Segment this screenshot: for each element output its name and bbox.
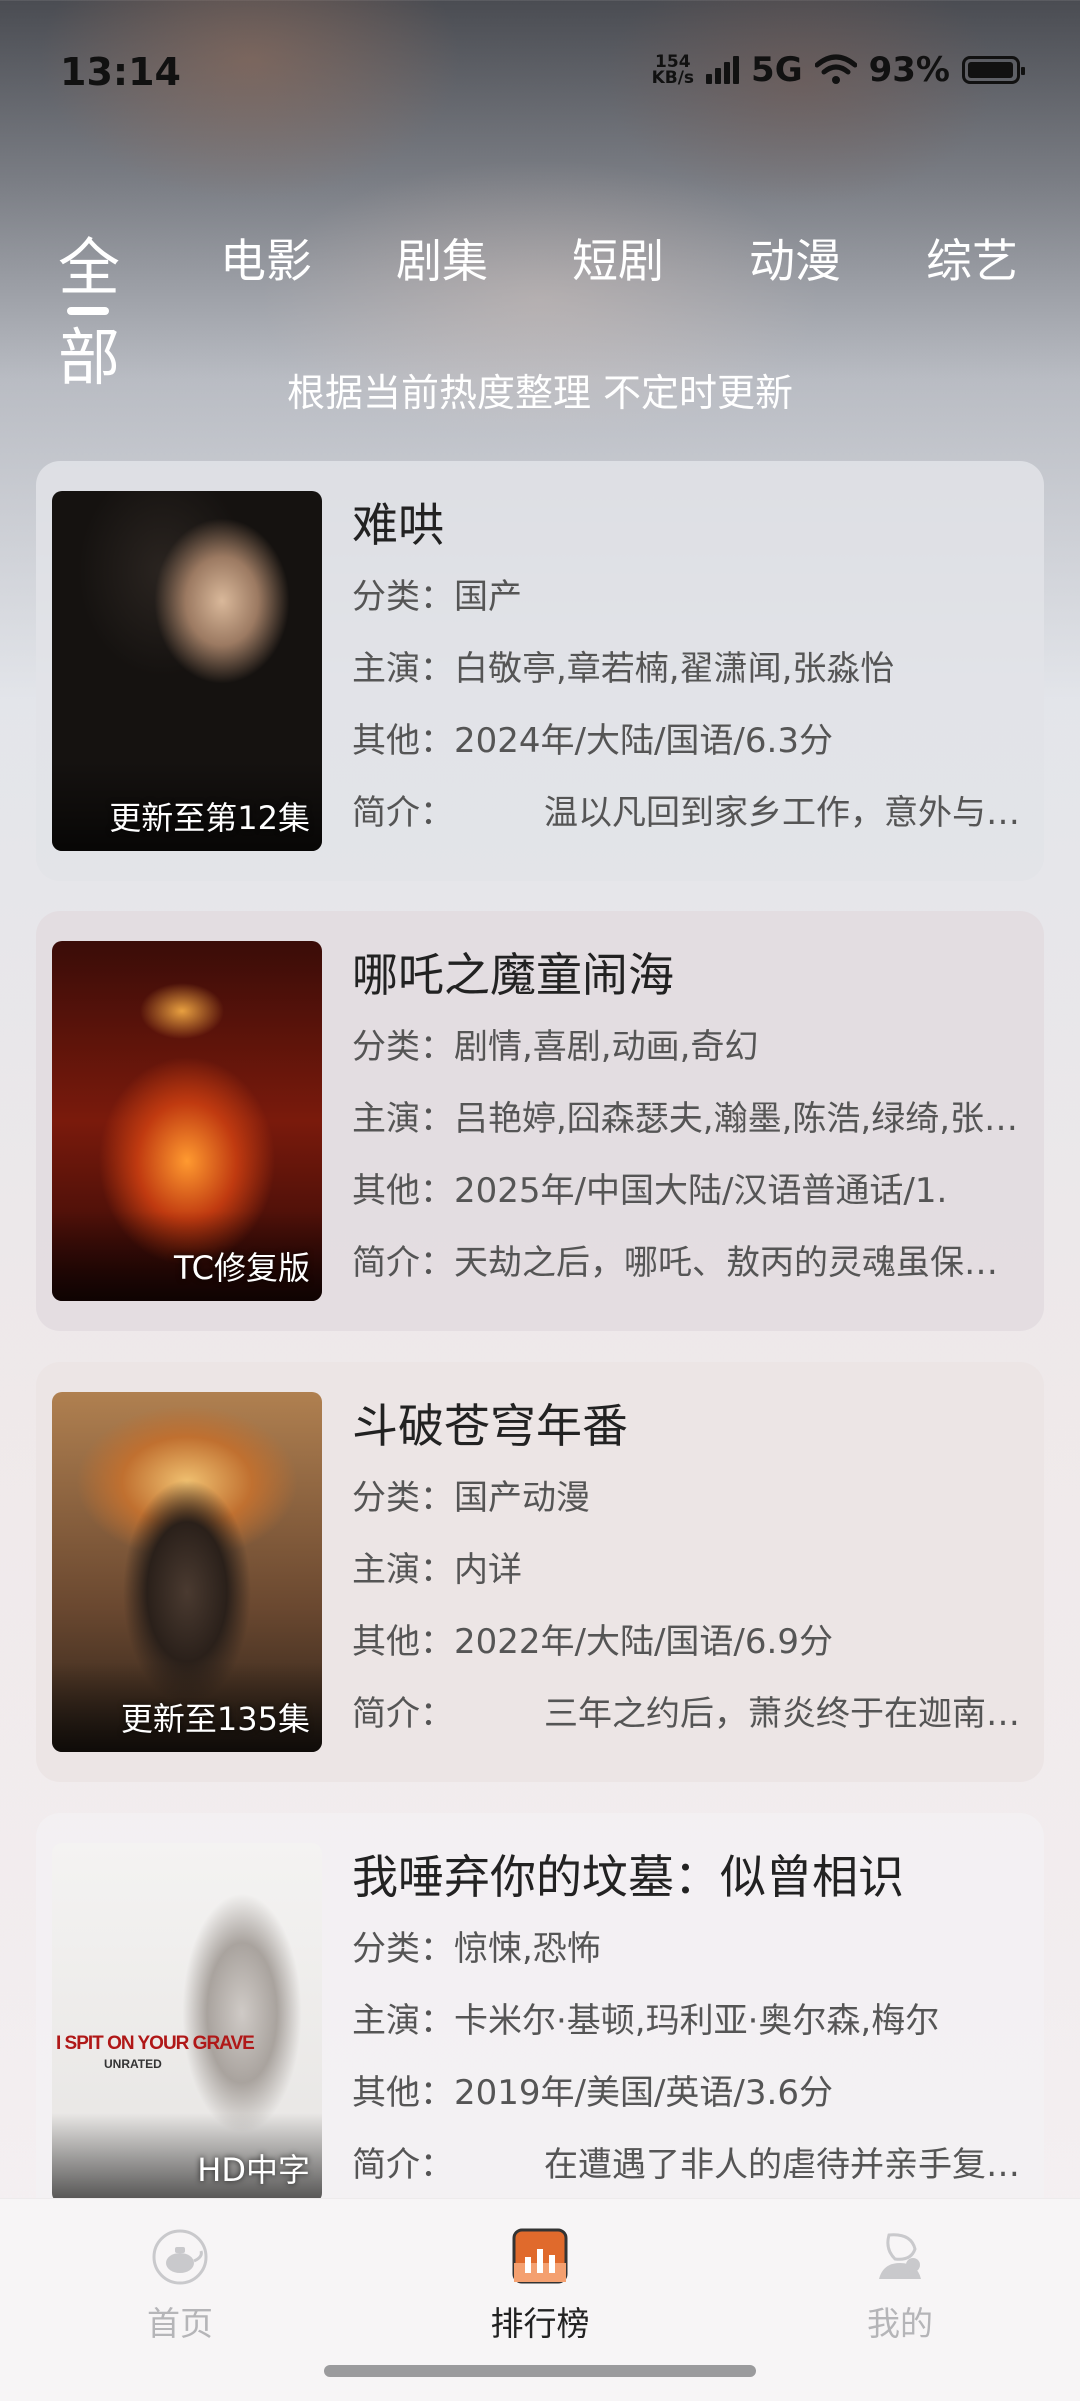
- episode-badge: 更新至第12集: [109, 799, 310, 837]
- other-label: 其他：: [352, 1171, 454, 1211]
- cast-label: 主演：: [352, 2001, 454, 2041]
- list-item[interactable]: 更新至135集 斗破苍穹年番 分类： 国产动漫 主演： 内详 其他： 2022年/大陆…: [36, 1362, 1044, 1782]
- poster-image[interactable]: 更新至第12集: [52, 491, 322, 851]
- cast-value: 白敬亭,章若楠,翟潇闻,张淼怡: [454, 649, 895, 689]
- summary-value: 三年之约后，萧炎终于在迦南学院: [544, 1694, 1020, 1734]
- status-icons: 154 KB/s 5G 93%: [651, 50, 1025, 90]
- wifi-icon: [814, 54, 857, 84]
- genre-value: 剧情,喜剧,动画,奇幻: [454, 1027, 759, 1067]
- tab-short-drama[interactable]: 短剧: [558, 225, 678, 291]
- list-item[interactable]: I SPIT ON YOUR GRAVE UNRATED HD中字 我唾弃你的坟…: [36, 1813, 1044, 2233]
- tab-series[interactable]: 剧集: [382, 225, 502, 291]
- tab-anime[interactable]: 动漫: [735, 225, 855, 291]
- status-bar: 13:14 154 KB/s 5G 93%: [0, 0, 1080, 140]
- summary-label: 简介：: [352, 2145, 454, 2185]
- tab-variety[interactable]: 综艺: [912, 225, 1032, 291]
- ranking-chart-icon: [512, 2228, 568, 2284]
- other-label: 其他：: [352, 721, 454, 761]
- cast-value: 吕艳婷,囧森瑟夫,瀚墨,陈浩,绿绮,张珈铭: [454, 1099, 1020, 1139]
- genre-label: 分类：: [352, 577, 454, 617]
- cast-label: 主演：: [352, 649, 454, 689]
- cast-label: 主演：: [352, 1099, 454, 1139]
- category-tabs: 全部 电影 剧集 短剧 动漫 综艺: [0, 225, 1080, 394]
- cast-label: 主演：: [352, 1550, 454, 1590]
- genre-label: 分类：: [352, 1929, 454, 1969]
- summary-value: 天劫之后，哪吒、敖丙的灵魂虽保住了: [454, 1243, 1020, 1283]
- home-teapot-icon: [152, 2229, 208, 2285]
- profile-leaf-icon: [879, 2233, 921, 2279]
- item-title[interactable]: 斗破苍穹年番: [352, 1396, 1020, 1456]
- summary-value: 温以凡回到家乡工作，意外与桑延重逢: [544, 793, 1020, 833]
- item-title[interactable]: 我唾弃你的坟墓：似曾相识: [352, 1847, 1020, 1907]
- network-speed: 154 KB/s: [651, 54, 695, 88]
- poster-image[interactable]: 更新至135集: [52, 1392, 322, 1752]
- cast-value: 内详: [454, 1550, 522, 1590]
- ranking-subtitle: 根据当前热度整理 不定时更新: [286, 371, 794, 415]
- genre-label: 分类：: [352, 1027, 454, 1067]
- poster-image[interactable]: I SPIT ON YOUR GRAVE UNRATED HD中字: [52, 1843, 322, 2203]
- nav-profile-label: 我的: [867, 2304, 933, 2343]
- poster-title-text: I SPIT ON YOUR GRAVE: [56, 2033, 255, 2054]
- summary-label: 简介：: [352, 793, 454, 833]
- cast-value: 卡米尔·基顿,玛利亚·奥尔森,梅尔: [454, 2001, 940, 2041]
- genre-value: 惊悚,恐怖: [454, 1929, 601, 1969]
- genre-label: 分类：: [352, 1478, 454, 1518]
- nav-profile[interactable]: 我的: [800, 2227, 1000, 2345]
- item-title[interactable]: 难哄: [352, 495, 1020, 555]
- other-value: 2025年/中国大陆/汉语普通话/1.: [454, 1171, 948, 1211]
- summary-label: 简介：: [352, 1243, 454, 1283]
- poster-image[interactable]: TC修复版: [52, 941, 322, 1301]
- version-badge: TC修复版: [173, 1249, 310, 1287]
- signal-icon: [706, 56, 740, 84]
- home-indicator[interactable]: [324, 2365, 756, 2377]
- list-item[interactable]: TC修复版 哪吒之魔童闹海 分类： 剧情,喜剧,动画,奇幻 主演： 吕艳婷,囧森瑟夫…: [36, 911, 1044, 1331]
- quality-badge: HD中字: [197, 2151, 310, 2189]
- battery-icon: [962, 56, 1025, 84]
- genre-value: 国产动漫: [454, 1478, 590, 1518]
- network-type: 5G: [751, 50, 803, 90]
- list-item[interactable]: 更新至第12集 难哄 分类： 国产 主演： 白敬亭,章若楠,翟潇闻,张淼怡 其他： 2…: [36, 461, 1044, 881]
- nav-home[interactable]: 首页: [80, 2227, 280, 2345]
- summary-label: 简介：: [352, 1694, 454, 1734]
- other-label: 其他：: [352, 1622, 454, 1662]
- genre-value: 国产: [454, 577, 522, 617]
- battery-percent: 93%: [868, 50, 950, 90]
- summary-value: 在遭遇了非人的虐待并亲手复仇之后: [544, 2145, 1020, 2185]
- other-value: 2024年/大陆/国语/6.3分: [454, 721, 833, 761]
- tab-movie[interactable]: 电影: [206, 225, 326, 291]
- other-value: 2022年/大陆/国语/6.9分: [454, 1622, 833, 1662]
- other-label: 其他：: [352, 2073, 454, 2113]
- episode-badge: 更新至135集: [120, 1700, 310, 1738]
- status-time: 13:14: [60, 50, 181, 94]
- other-value: 2019年/美国/英语/3.6分: [454, 2073, 833, 2113]
- tab-active-indicator: [67, 307, 109, 315]
- item-title[interactable]: 哪吒之魔童闹海: [352, 945, 1020, 1005]
- nav-home-label: 首页: [147, 2304, 213, 2343]
- network-speed-unit: KB/s: [651, 68, 695, 88]
- poster-rating-text: UNRATED: [104, 2057, 162, 2071]
- nav-ranking-label: 排行榜: [490, 2304, 590, 2343]
- nav-ranking[interactable]: 排行榜: [440, 2227, 640, 2345]
